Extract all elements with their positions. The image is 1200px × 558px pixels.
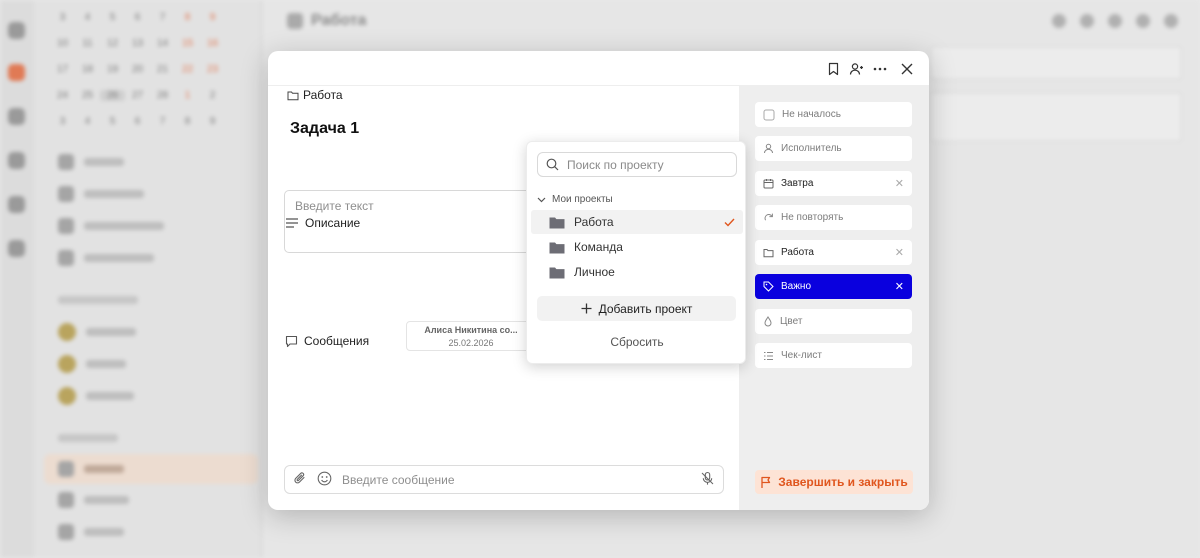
properties-panel: Не началось Исполнитель Завтра ✕ Не повт…: [739, 86, 929, 510]
breadcrumb[interactable]: Работа: [287, 88, 343, 102]
rail-icon: [8, 240, 25, 257]
plus-icon: [581, 303, 592, 314]
reset-button[interactable]: Сбросить: [527, 335, 747, 349]
add-project-button[interactable]: Добавить проект: [537, 296, 736, 321]
search-icon: [546, 158, 559, 171]
activity-message: Алиса Никитина со... 25.02.2026: [406, 321, 536, 351]
project-chip[interactable]: Работа ✕: [755, 240, 912, 265]
background-list-item: [58, 459, 124, 479]
project-option-personal[interactable]: Личное: [531, 260, 743, 284]
assign-user-icon[interactable]: [848, 60, 865, 77]
microphone-off-icon[interactable]: [700, 471, 715, 489]
background-calendar: 3456789 10 11 12 13 14 15 16 17 18 19 20 21 22 23 24…: [56, 11, 219, 127]
emoji-icon[interactable]: [317, 471, 332, 489]
assignee-chip[interactable]: Исполнитель: [755, 136, 912, 161]
due-date-chip[interactable]: Завтра ✕: [755, 171, 912, 196]
background-section-label: [58, 434, 118, 442]
folder-icon: [763, 248, 774, 257]
tag-icon: [763, 281, 774, 292]
message-date: 25.02.2026: [448, 338, 494, 348]
folder-icon: [549, 217, 565, 228]
checklist-icon: [764, 351, 773, 360]
folder-icon: [287, 91, 299, 100]
project-option-team[interactable]: Команда: [531, 235, 743, 259]
checklist-chip[interactable]: Чек-лист: [755, 343, 912, 368]
rail-icon: [8, 152, 25, 169]
folder-icon: [549, 242, 565, 253]
background-list-item: [58, 184, 144, 204]
background-section-label: [58, 296, 138, 304]
background-panel: [930, 92, 1182, 142]
drop-icon: [764, 316, 772, 327]
clear-project-icon[interactable]: ✕: [895, 246, 904, 259]
folder-icon: [549, 267, 565, 278]
user-icon: [764, 143, 773, 154]
priority-chip[interactable]: Важно ✕: [755, 274, 912, 299]
app-rail: [0, 0, 34, 558]
project-option-work[interactable]: Работа: [531, 210, 743, 234]
message-input[interactable]: Введите сообщение: [342, 473, 690, 487]
rail-icon: [8, 22, 25, 39]
chevron-down-icon: [537, 197, 546, 202]
background-list-item: [58, 522, 124, 542]
messages-heading: Сообщения: [285, 334, 369, 348]
modal-header: [268, 51, 929, 86]
rail-icon: [8, 64, 25, 81]
background-panel: [930, 46, 1182, 80]
attach-icon[interactable]: [293, 471, 307, 489]
calendar-icon: [763, 179, 774, 189]
message-icon: [285, 335, 298, 347]
background-list-item: [58, 152, 124, 172]
clear-due-icon[interactable]: ✕: [895, 177, 904, 190]
background-list-item: [58, 216, 164, 236]
background-list-item: [58, 490, 129, 510]
background-list-item: [58, 322, 136, 342]
status-chip[interactable]: Не началось: [755, 102, 912, 127]
task-title[interactable]: Задача 1: [290, 120, 359, 138]
more-options-icon[interactable]: [871, 60, 888, 77]
color-chip[interactable]: Цвет: [755, 309, 912, 334]
rail-icon: [8, 108, 25, 125]
background-toolbar: [1052, 14, 1178, 28]
background-list-item: [58, 248, 154, 268]
close-icon[interactable]: [898, 60, 915, 77]
message-author: Алиса Никитина со...: [424, 325, 518, 335]
project-dropdown: Поиск по проекту Мои проекты Работа Кома…: [526, 141, 746, 364]
description-input[interactable]: Введите текст: [284, 190, 544, 253]
flag-icon: [761, 476, 771, 488]
breadcrumb-project: Работа: [303, 88, 343, 102]
check-icon: [724, 218, 735, 227]
rail-icon: [8, 196, 25, 213]
my-projects-group[interactable]: Мои проекты: [537, 194, 613, 205]
repeat-chip[interactable]: Не повторять: [755, 205, 912, 230]
background-list-item: [58, 386, 134, 406]
repeat-icon: [764, 213, 773, 221]
project-search-input[interactable]: Поиск по проекту: [537, 152, 737, 177]
message-composer: Введите сообщение: [284, 465, 724, 494]
bookmark-icon[interactable]: [825, 60, 842, 77]
background-list-item: [58, 354, 126, 374]
clear-priority-icon[interactable]: ✕: [895, 280, 904, 293]
checkbox-icon: [763, 109, 775, 120]
background-project-title: Работа: [287, 12, 366, 30]
finish-and-close-button[interactable]: Завершить и закрыть: [755, 470, 913, 494]
